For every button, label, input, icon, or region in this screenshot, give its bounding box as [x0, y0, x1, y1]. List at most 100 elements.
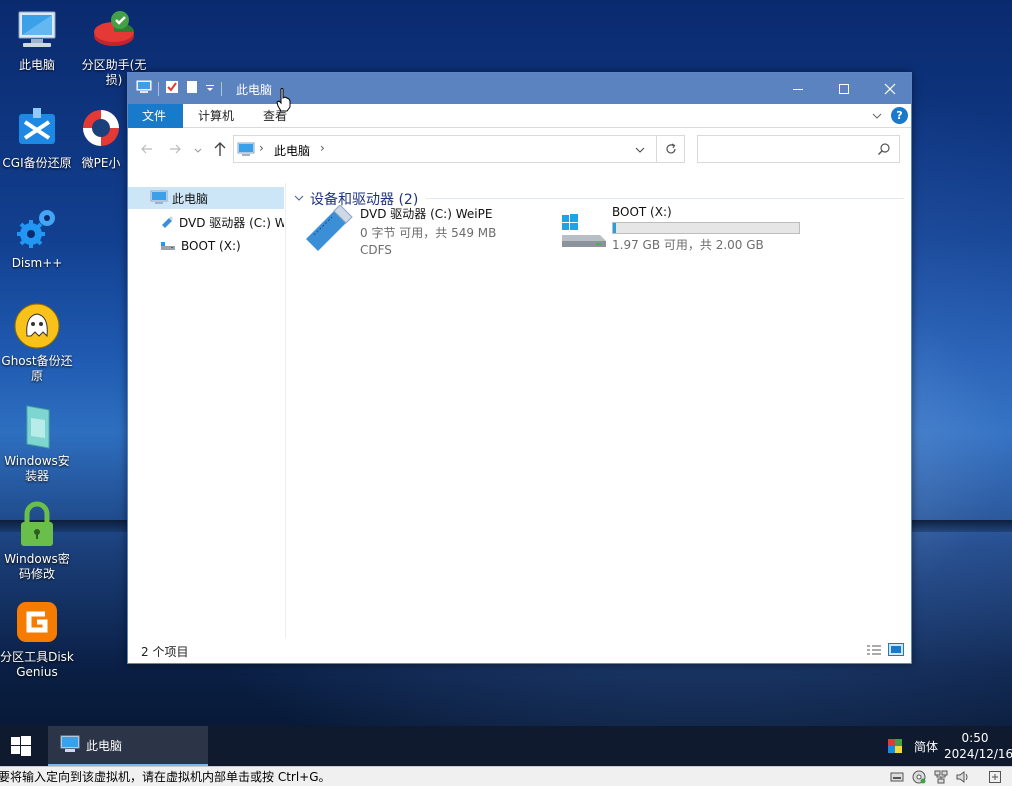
- drive-filesystem: CDFS: [360, 243, 392, 257]
- arrow-left-icon: [141, 144, 152, 154]
- close-icon: [884, 83, 896, 94]
- explorer-window: 此电脑 文件 计算机 查看 ? › 此电脑 › 此电脑 DVD 驱动器 (C:)…: [127, 72, 912, 664]
- ime-indicator[interactable]: 简体: [914, 738, 938, 755]
- back-button[interactable]: [140, 142, 154, 159]
- desktop-icon-cgi-backup[interactable]: CGI备份还原: [0, 104, 74, 171]
- hand-cursor-icon: [276, 88, 292, 115]
- diskgenius-icon: [13, 598, 61, 646]
- content-pane: 设备和驱动器 (2) DVD 驱动器 (C:) WeiPE 0 字节 可用，共 …: [288, 183, 908, 638]
- vm-hint-text: 要将输入定向到该虚拟机，请在虚拟机内部单击或按 Ctrl+G。: [0, 770, 331, 784]
- address-dropdown-button[interactable]: [634, 144, 646, 158]
- gears-icon: [13, 204, 61, 252]
- computer-icon: [13, 6, 61, 54]
- tab-computer[interactable]: 计算机: [184, 104, 248, 128]
- lifebuoy-icon: [77, 104, 125, 152]
- nav-item-dvd-drive[interactable]: DVD 驱动器 (C:) W: [128, 211, 284, 233]
- clock-date: 2024/12/16: [944, 747, 1012, 761]
- title-bar[interactable]: 此电脑: [128, 73, 911, 104]
- nav-item-label: DVD 驱动器 (C:) W: [179, 215, 284, 230]
- nav-item-boot-drive[interactable]: BOOT (X:): [128, 235, 284, 257]
- partition-assistant-icon: [90, 6, 138, 54]
- quick-access-toolbar: [136, 80, 222, 97]
- maximize-button[interactable]: [821, 73, 867, 104]
- minimize-button[interactable]: [775, 73, 821, 104]
- nav-item-label: 此电脑: [172, 191, 209, 206]
- search-input[interactable]: [697, 135, 900, 163]
- drive-icon: [160, 239, 176, 254]
- clock-time: 0:50: [961, 731, 989, 745]
- desktop-icon-windows-installer[interactable]: Windows安装器: [0, 402, 74, 484]
- windows-drive-icon: [560, 205, 610, 253]
- ribbon-tabs: 文件 计算机 查看 ?: [128, 104, 911, 128]
- qat-separator: [221, 81, 222, 96]
- details-view-icon: [867, 645, 881, 655]
- desktop-icon-dism[interactable]: Dism++: [0, 204, 74, 271]
- chevron-down-icon: [872, 113, 882, 119]
- chevron-down-icon[interactable]: [205, 82, 215, 96]
- refresh-icon: [665, 143, 676, 154]
- help-button[interactable]: ?: [891, 107, 908, 124]
- usb-drive-icon: [160, 214, 174, 231]
- ghost-icon: [13, 302, 61, 350]
- breadcrumb-item[interactable]: 此电脑: [274, 142, 310, 159]
- arrow-right-icon: [170, 144, 181, 154]
- status-bar: 2 个项目: [128, 637, 911, 663]
- hard-disk-icon[interactable]: [890, 770, 904, 786]
- maximize-icon: [839, 83, 849, 94]
- tab-file[interactable]: 文件: [128, 104, 183, 128]
- chevron-down-icon: [294, 195, 304, 201]
- address-bar[interactable]: › 此电脑 ›: [233, 135, 657, 163]
- drive-usage-bar: [612, 222, 800, 234]
- color-palette-icon[interactable]: [888, 739, 902, 756]
- close-button[interactable]: [867, 73, 913, 104]
- speaker-icon[interactable]: [956, 770, 970, 786]
- details-view-button[interactable]: [866, 644, 882, 659]
- forward-button[interactable]: [168, 142, 182, 159]
- desktop-icon-this-pc[interactable]: 此电脑: [0, 6, 74, 73]
- properties-icon[interactable]: [165, 80, 179, 97]
- tiles-view-icon: [888, 643, 904, 656]
- start-button[interactable]: [0, 726, 42, 766]
- navigation-bar: › 此电脑 ›: [128, 128, 911, 170]
- desktop-icon-windows-password[interactable]: Windows密码修改: [0, 500, 74, 582]
- navigation-pane: 此电脑 DVD 驱动器 (C:) W BOOT (X:): [128, 183, 286, 638]
- computer-icon: [237, 142, 255, 159]
- computer-icon: [150, 190, 168, 207]
- qat-separator: [158, 81, 159, 96]
- window-title: 此电脑: [236, 83, 273, 97]
- breadcrumb-separator-icon: ›: [320, 141, 325, 155]
- drive-space: 0 字节 可用，共 549 MB: [360, 226, 497, 240]
- usb-drive-icon: [302, 204, 356, 253]
- tab-view[interactable]: 查看: [249, 104, 301, 128]
- help-icon: ?: [896, 109, 903, 122]
- fullscreen-icon[interactable]: [988, 770, 1002, 786]
- recent-locations-button[interactable]: [194, 144, 202, 158]
- minimize-icon: [793, 88, 803, 90]
- tiles-view-button[interactable]: [888, 643, 904, 659]
- vm-input-hint-bar: 要将输入定向到该虚拟机，请在虚拟机内部单击或按 Ctrl+G。: [0, 766, 1012, 786]
- up-button[interactable]: [213, 141, 227, 160]
- expand-ribbon-button[interactable]: [871, 110, 883, 125]
- refresh-button[interactable]: [657, 135, 685, 163]
- new-folder-icon[interactable]: [185, 80, 199, 97]
- taskbar-app-this-pc[interactable]: 此电脑: [48, 726, 208, 766]
- chevron-down-icon: [194, 148, 202, 153]
- padlock-icon: [13, 500, 61, 548]
- breadcrumb-separator-icon: ›: [259, 141, 264, 155]
- taskbar-app-label: 此电脑: [86, 738, 123, 753]
- drive-name: DVD 驱动器 (C:) WeiPE: [360, 207, 493, 221]
- desktop-icon-wepe[interactable]: 微PE小: [77, 104, 125, 171]
- drive-tile-boot[interactable]: BOOT (X:) 1.97 GB 可用，共 2.00 GB: [560, 205, 820, 253]
- search-icon: [877, 142, 891, 159]
- network-icon[interactable]: [934, 770, 948, 786]
- computer-icon: [136, 80, 152, 97]
- nav-item-label: BOOT (X:): [181, 239, 241, 253]
- clock[interactable]: 0:50 2024/12/16: [944, 730, 1012, 762]
- drive-tile-dvd[interactable]: DVD 驱动器 (C:) WeiPE 0 字节 可用，共 549 MB CDFS: [302, 204, 532, 257]
- group-divider: [426, 198, 904, 199]
- desktop-icon-ghost[interactable]: Ghost备份还原: [0, 302, 74, 384]
- cd-drive-icon[interactable]: [912, 770, 926, 786]
- desktop-icon-diskgenius[interactable]: 分区工具DiskGenius: [0, 598, 74, 680]
- nav-item-this-pc[interactable]: 此电脑: [128, 187, 284, 209]
- windows-installer-icon: [13, 402, 61, 450]
